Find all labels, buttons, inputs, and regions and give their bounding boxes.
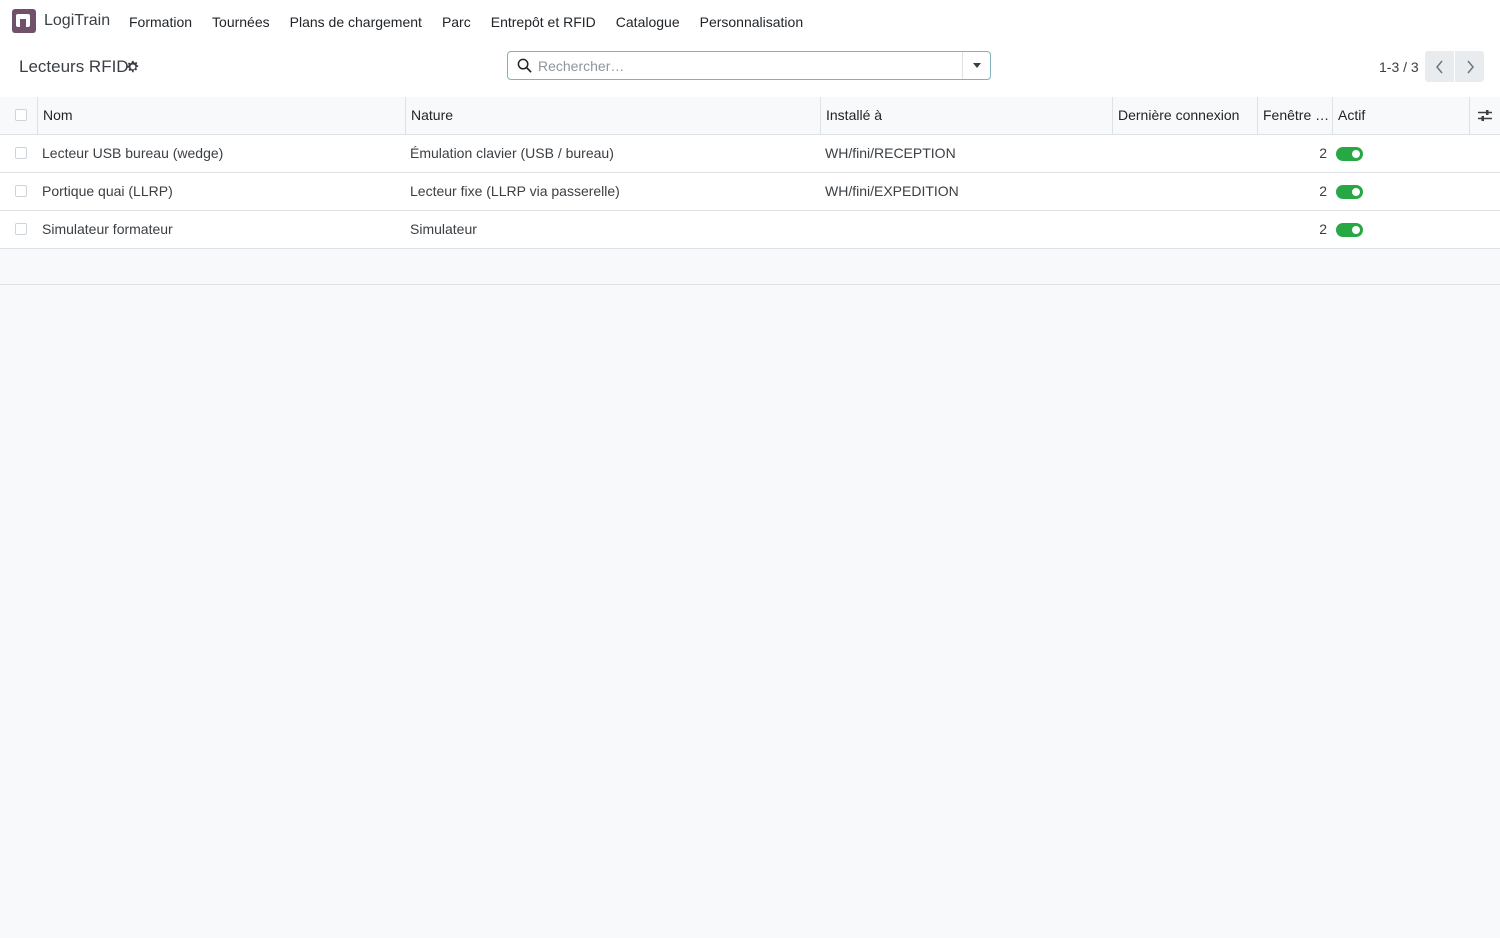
gear-icon[interactable] xyxy=(126,60,139,73)
cell-fenetre: 2 xyxy=(1319,221,1327,237)
cell-derniere-connexion xyxy=(1112,173,1257,210)
menu-item-catalogue[interactable]: Catalogue xyxy=(606,0,690,44)
table-footer xyxy=(0,249,1500,285)
cell-installe-a: WH/fini/EXPEDITION xyxy=(825,183,959,199)
table-header: Nom Nature Installé à Dernière connexion… xyxy=(0,97,1500,135)
cell-nom: Simulateur formateur xyxy=(42,221,173,237)
actif-toggle[interactable] xyxy=(1336,147,1363,161)
cell-fenetre: 2 xyxy=(1319,145,1327,161)
cell-fenetre: 2 xyxy=(1319,183,1327,199)
menu-item-personnalisation[interactable]: Personnalisation xyxy=(690,0,814,44)
cell-nature: Lecteur fixe (LLRP via passerelle) xyxy=(410,183,620,199)
select-all-checkbox[interactable] xyxy=(15,109,27,121)
table-row[interactable]: Portique quai (LLRP) Lecteur fixe (LLRP … xyxy=(0,173,1500,211)
cell-nature: Émulation clavier (USB / bureau) xyxy=(410,145,614,161)
pager-value[interactable]: 1-3 / 3 xyxy=(1379,59,1419,75)
column-header-nom[interactable]: Nom xyxy=(37,97,405,134)
search-input[interactable] xyxy=(538,55,958,76)
column-header-derniere-connexion[interactable]: Dernière connexion xyxy=(1112,97,1257,134)
column-header-installe-a[interactable]: Installé à xyxy=(820,97,1112,134)
row-checkbox[interactable] xyxy=(15,223,27,235)
caret-down-icon xyxy=(972,63,981,68)
app-brand-name[interactable]: LogiTrain xyxy=(44,12,110,30)
column-header-fenetre[interactable]: Fenêtre … xyxy=(1257,97,1332,134)
chevron-left-icon xyxy=(1435,60,1443,73)
menu-item-parc[interactable]: Parc xyxy=(432,0,481,44)
search-options-toggle[interactable] xyxy=(962,52,990,79)
row-checkbox[interactable] xyxy=(15,185,27,197)
optional-columns-toggle[interactable] xyxy=(1469,97,1500,134)
page-title: Lecteurs RFID xyxy=(19,57,129,76)
cell-installe-a: WH/fini/RECEPTION xyxy=(825,145,956,161)
menu-item-formation[interactable]: Formation xyxy=(119,0,202,44)
cell-nom: Lecteur USB bureau (wedge) xyxy=(42,145,224,161)
app-logo-icon[interactable] xyxy=(12,9,36,33)
actif-toggle[interactable] xyxy=(1336,185,1363,199)
row-checkbox[interactable] xyxy=(15,147,27,159)
pager-previous-button[interactable] xyxy=(1425,51,1454,82)
column-header-nature[interactable]: Nature xyxy=(405,97,820,134)
table-row[interactable]: Simulateur formateur Simulateur 2 xyxy=(0,211,1500,249)
control-panel: Lecteurs RFID 1-3 / 3 xyxy=(0,44,1500,98)
cell-derniere-connexion xyxy=(1112,211,1257,248)
chevron-right-icon xyxy=(1466,60,1474,73)
actif-toggle[interactable] xyxy=(1336,223,1363,237)
cell-nom: Portique quai (LLRP) xyxy=(42,183,173,199)
menu-item-plans-de-chargement[interactable]: Plans de chargement xyxy=(280,0,432,44)
menu-item-tournees[interactable]: Tournées xyxy=(202,0,280,44)
table-row[interactable]: Lecteur USB bureau (wedge) Émulation cla… xyxy=(0,135,1500,173)
search-icon xyxy=(517,58,532,73)
cell-installe-a xyxy=(820,211,1112,248)
pager-next-button[interactable] xyxy=(1455,51,1484,82)
cell-nature: Simulateur xyxy=(410,221,477,237)
menu-item-entrepot-rfid[interactable]: Entrepôt et RFID xyxy=(481,0,606,44)
sliders-icon xyxy=(1478,110,1492,121)
search-bar xyxy=(507,51,991,80)
cell-derniere-connexion xyxy=(1112,135,1257,172)
column-header-actif[interactable]: Actif xyxy=(1332,97,1469,134)
main-menu: Formation Tournées Plans de chargement P… xyxy=(119,0,813,44)
top-navbar: LogiTrain Formation Tournées Plans de ch… xyxy=(0,0,1500,44)
list-table: Nom Nature Installé à Dernière connexion… xyxy=(0,97,1500,285)
